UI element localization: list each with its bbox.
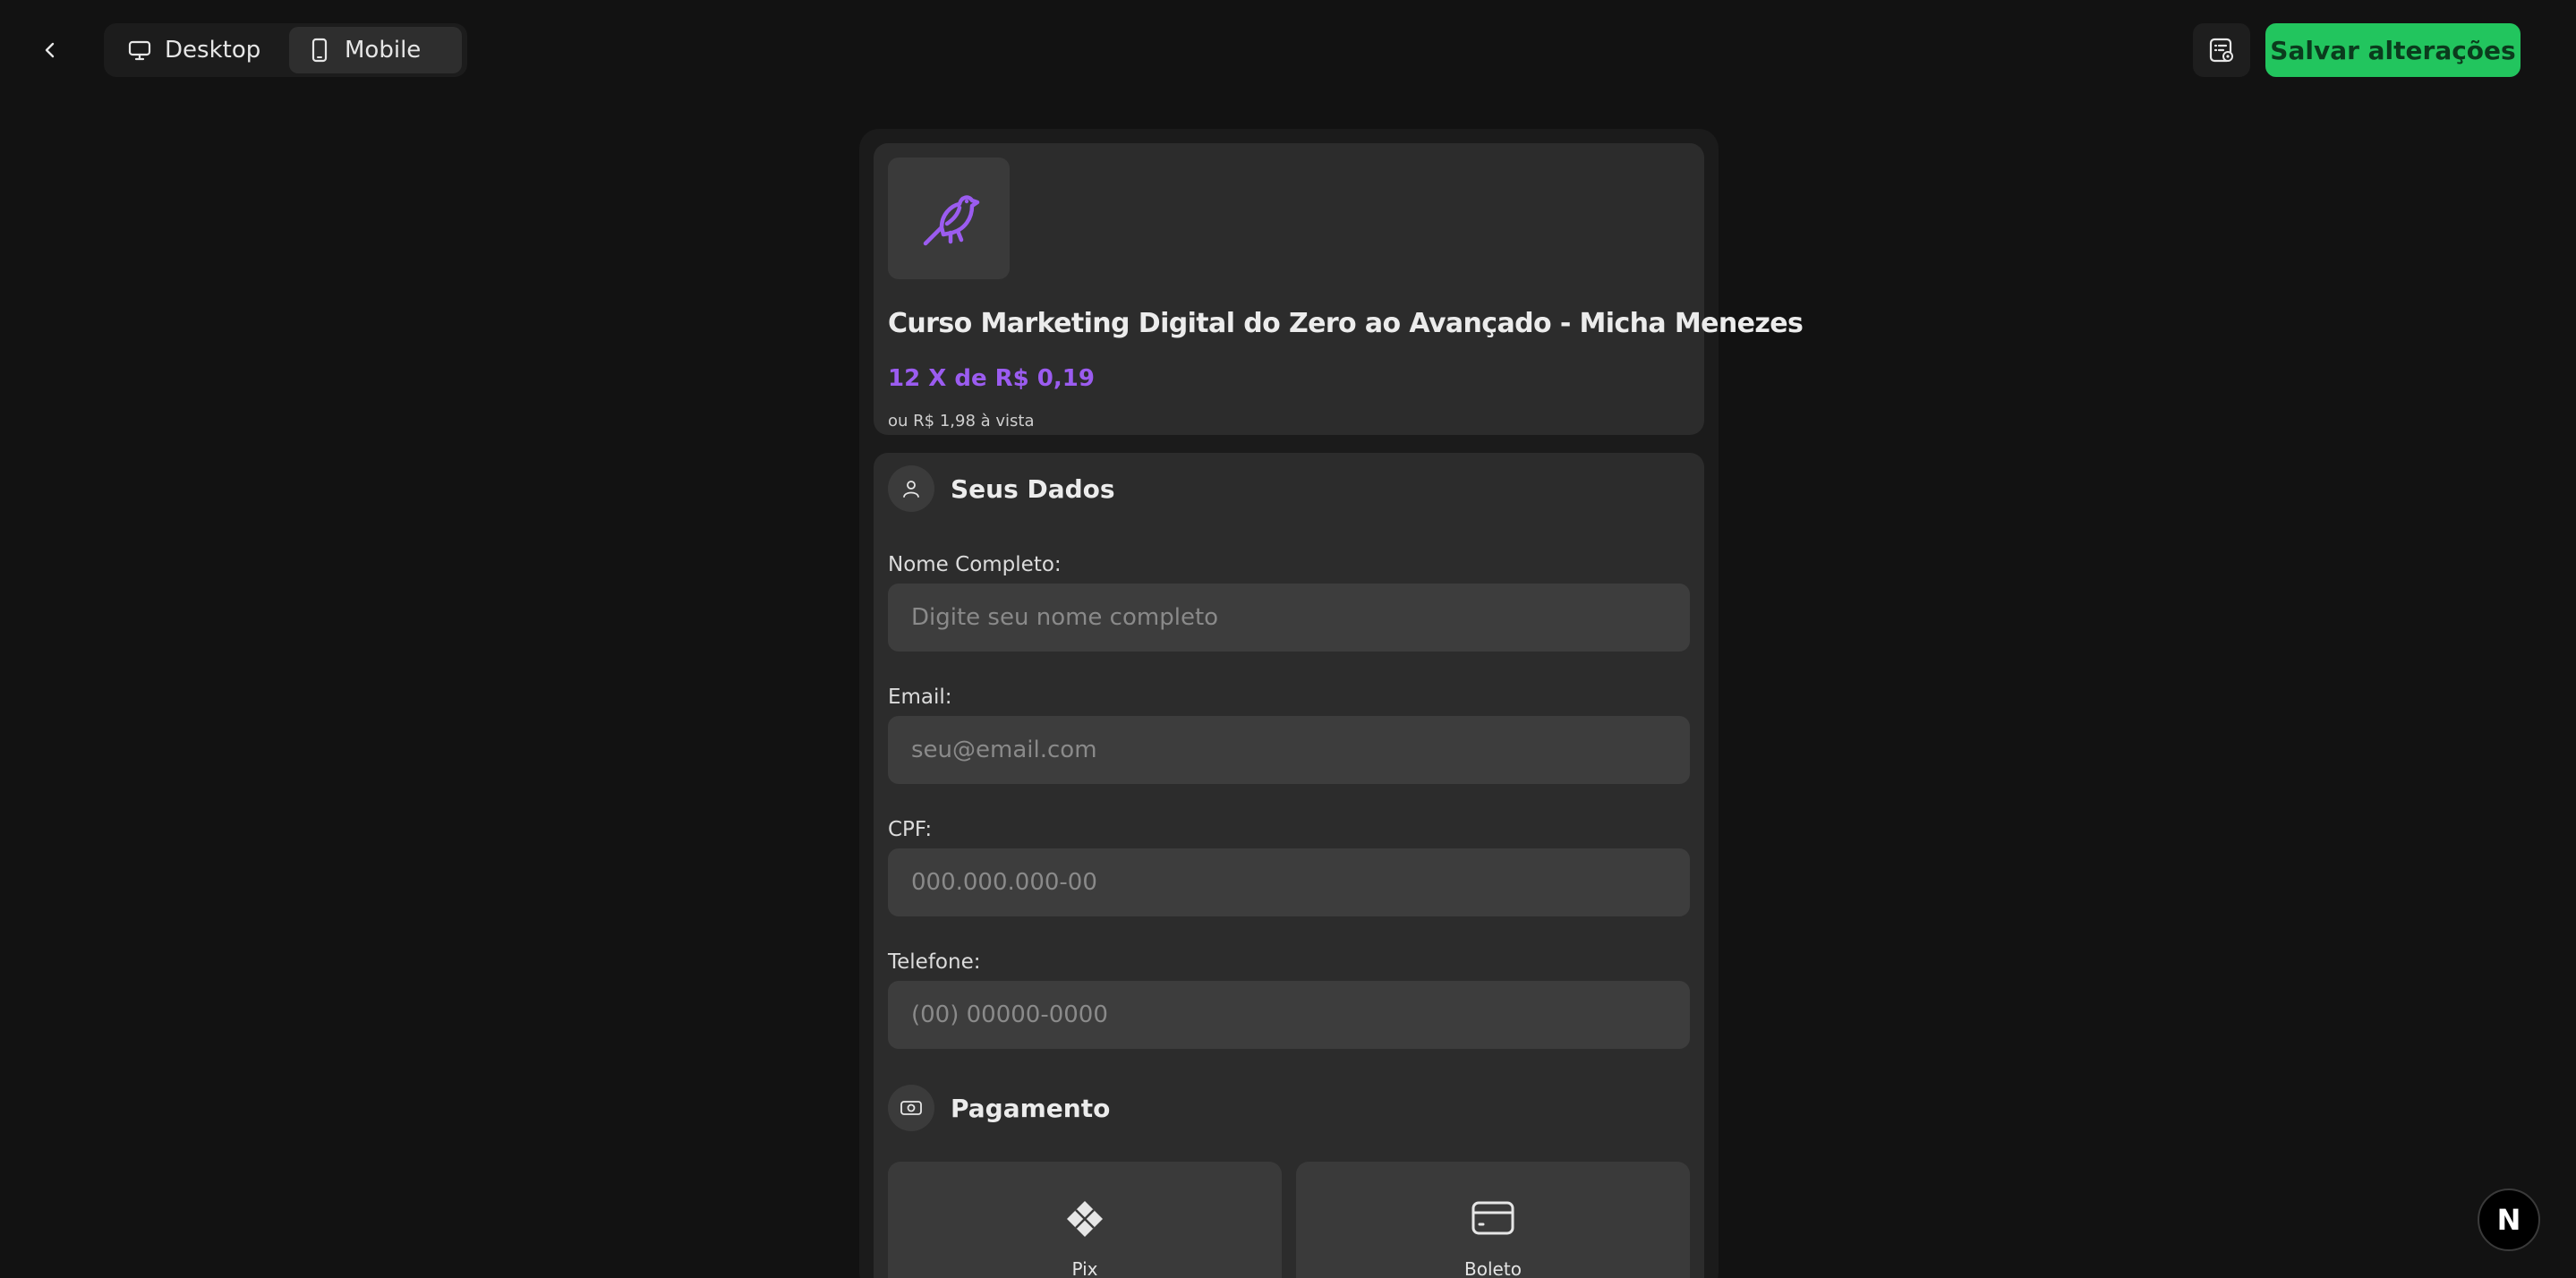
cpf-label: CPF: — [888, 818, 933, 841]
back-button[interactable] — [30, 30, 70, 70]
bird-icon — [923, 195, 980, 246]
phone-input[interactable] — [888, 981, 1690, 1049]
money-icon — [888, 1085, 934, 1131]
customer-data-title: Seus Dados — [951, 473, 1115, 504]
product-logo — [888, 158, 1010, 279]
settings-list-icon — [2209, 38, 2233, 63]
payment-option-pix[interactable]: Pix — [888, 1162, 1282, 1278]
editor-page: Desktop Mobile Salvar alterações Curso M… — [0, 0, 2576, 1278]
user-icon — [888, 465, 934, 512]
card-icon — [1471, 1201, 1514, 1235]
customer-data-header: Seus Dados — [888, 465, 1115, 512]
product-summary-card: Curso Marketing Digital do Zero ao Avanç… — [874, 143, 1804, 435]
payment-title: Pagamento — [951, 1093, 1111, 1123]
pix-icon — [1067, 1201, 1103, 1237]
desktop-view-label: Desktop — [165, 37, 261, 64]
app-badge[interactable]: N — [2478, 1189, 2540, 1251]
installment-price: 12 X de R$ 0,19 — [888, 365, 1095, 392]
chevron-left-icon — [45, 42, 55, 58]
payment-header: Pagamento — [888, 1085, 1110, 1131]
view-mode-toggle: Desktop Mobile — [104, 23, 467, 77]
customer-form-card: Seus Dados Nome Completo: Email: CPF: Te… — [874, 453, 1704, 1278]
email-label: Email: — [888, 686, 952, 709]
mobile-view-label: Mobile — [345, 37, 422, 64]
monitor-icon — [128, 40, 151, 61]
payment-option-pix-label: Pix — [1071, 1258, 1098, 1278]
save-changes-button[interactable]: Salvar alterações — [2265, 23, 2521, 77]
cpf-input[interactable] — [888, 848, 1690, 916]
checkout-settings-button[interactable] — [2193, 23, 2250, 77]
product-title: Curso Marketing Digital do Zero ao Avanç… — [888, 308, 1804, 339]
full-name-label: Nome Completo: — [888, 553, 1062, 576]
desktop-view-button[interactable]: Desktop — [109, 27, 282, 73]
mobile-preview-frame: Curso Marketing Digital do Zero ao Avanç… — [859, 129, 1804, 1278]
full-name-input[interactable] — [888, 584, 1690, 652]
mobile-view-button[interactable]: Mobile — [289, 27, 462, 73]
phone-label: Telefone: — [888, 950, 981, 974]
smartphone-icon — [311, 38, 328, 63]
payment-option-boleto-label: Boleto — [1464, 1258, 1522, 1278]
email-input[interactable] — [888, 716, 1690, 784]
cash-price: ou R$ 1,98 à vista — [888, 412, 1035, 430]
payment-option-boleto[interactable]: Boleto — [1296, 1162, 1690, 1278]
